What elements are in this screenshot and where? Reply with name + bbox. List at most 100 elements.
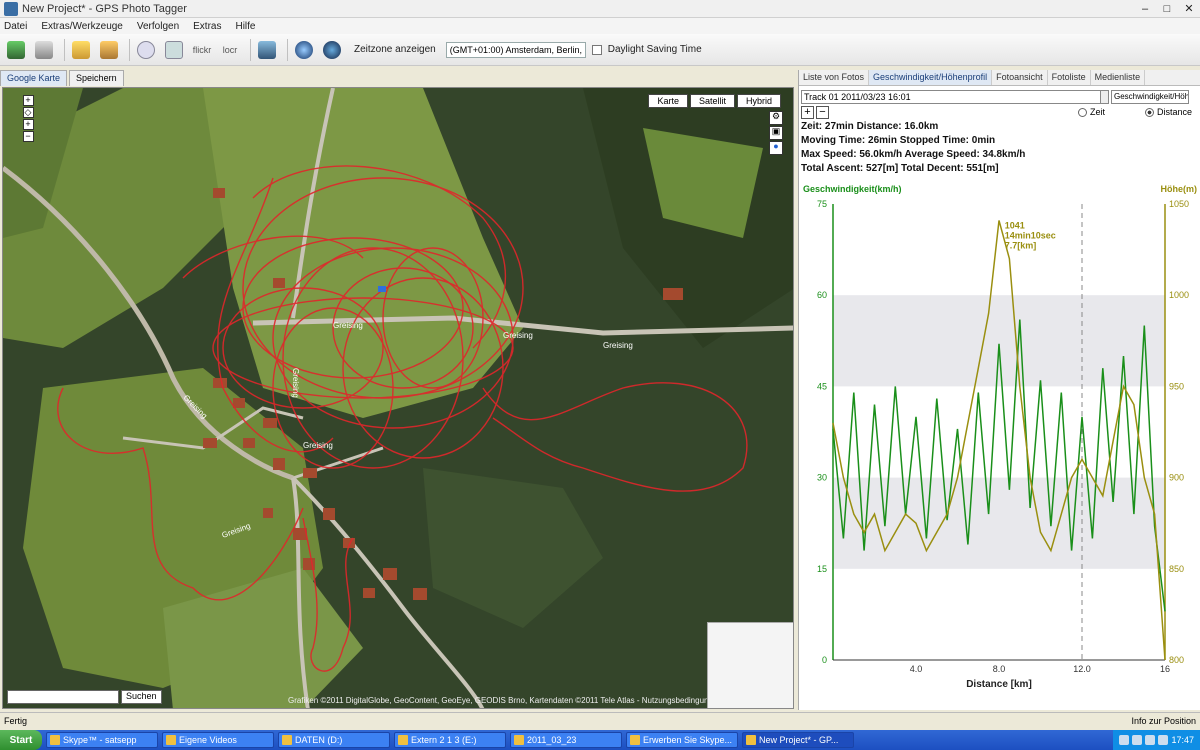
y-tick-label: 60: [817, 290, 827, 300]
start-button[interactable]: Start: [0, 730, 42, 750]
graph-select[interactable]: Geschwindigkeit/Höhe: [1111, 90, 1189, 104]
dst-label: Daylight Saving Time: [607, 44, 702, 55]
status-right: Info zur Position: [1131, 715, 1196, 726]
task-eigene-videos[interactable]: Eigene Videos: [162, 732, 274, 748]
map-type-karte[interactable]: Karte: [648, 94, 688, 108]
satellite-map[interactable]: Greising Greising Greising Greising Greising…: [2, 87, 794, 709]
right-tabs: Liste von Fotos Geschwindigkeit/Höhenpro…: [799, 70, 1200, 86]
x-axis-label: Distance [km]: [966, 679, 1032, 690]
pan-arrows-button[interactable]: ◇: [22, 107, 34, 118]
y2-tick-label: 900: [1169, 473, 1184, 483]
stats-line-1: Zeit: 27min Distance: 16.0km: [801, 121, 939, 132]
toolbar: flickr locr Zeitzone anzeigen (GMT+01:00…: [0, 34, 1200, 66]
timezone-select[interactable]: (GMT+01:00) Amsterdam, Berlin, Bern: [445, 41, 586, 58]
y2-tick-label: 800: [1169, 655, 1184, 665]
map-type-satellit[interactable]: Satellit: [689, 94, 735, 108]
save-icon[interactable]: [162, 38, 186, 62]
map-search-button[interactable]: Suchen: [121, 690, 162, 704]
locr-icon[interactable]: locr: [218, 38, 242, 62]
menu-item-extras[interactable]: Extras: [193, 21, 221, 32]
tray-icon[interactable]: [1145, 735, 1156, 745]
y2-tick-label: 850: [1169, 564, 1184, 574]
zoom-control: + ◇ + −: [13, 94, 43, 143]
x-tick-label: 12.0: [1073, 664, 1091, 674]
close-button[interactable]: ✕: [1178, 2, 1200, 15]
map-overview-box: [707, 622, 793, 708]
task-gps-photo-tagger[interactable]: New Project* - GP...: [742, 732, 854, 748]
y-axis-label: Geschwindigkeit(km/h): [803, 184, 902, 194]
task-browser[interactable]: Erwerben Sie Skype...: [626, 732, 738, 748]
task-daten[interactable]: DATEN (D:): [278, 732, 390, 748]
stats-line-2: Moving Time: 26min Stopped Time: 0min: [801, 135, 996, 146]
globe-icon[interactable]: [292, 38, 316, 62]
tray-icon[interactable]: [1132, 735, 1143, 745]
task-extern[interactable]: Extern 2 1 3 (E:): [394, 732, 506, 748]
y2-tick-label: 950: [1169, 381, 1184, 391]
stats-line-4: Total Ascent: 527[m] Total Decent: 551[m…: [801, 163, 999, 174]
road-label: Greising: [291, 368, 300, 398]
task-skype[interactable]: Skype™ - satsepp: [46, 732, 158, 748]
minimize-button[interactable]: –: [1134, 3, 1156, 15]
tray-clock: 17:47: [1171, 735, 1194, 745]
stats-line-3: Max Speed: 56.0km/h Average Speed: 34.8k…: [801, 149, 1026, 160]
right-panel: Liste von Fotos Geschwindigkeit/Höhenpro…: [798, 70, 1200, 710]
title-bar: New Project* - GPS Photo Tagger – □ ✕: [0, 0, 1200, 18]
task-folder-2011[interactable]: 2011_03_23: [510, 732, 622, 748]
tray-icon[interactable]: [1119, 735, 1130, 745]
menu-item-werkzeuge[interactable]: Extras/Werkzeuge: [41, 21, 123, 32]
earth-icon[interactable]: [320, 38, 344, 62]
dst-checkbox[interactable]: [591, 44, 602, 55]
zoom-plus-button[interactable]: +: [801, 105, 814, 119]
x-tick-label: 16: [1160, 664, 1170, 674]
x-tick-label: 4.0: [910, 664, 923, 674]
menu-item-hilfe[interactable]: Hilfe: [235, 21, 255, 32]
printer-icon[interactable]: [32, 38, 56, 62]
toolbar-separator: [287, 38, 288, 61]
menu-bar: Datei Extras/Werkzeuge Verfolgen Extras …: [0, 18, 1200, 34]
status-left: Fertig: [4, 715, 28, 726]
menu-item-verfolgen[interactable]: Verfolgen: [137, 21, 179, 32]
speed-altitude-chart[interactable]: 0 15 30 45 60 75 800 850 900 950 1000 1050 4.0 8.0 12.…: [799, 178, 1200, 698]
map-tool-icon[interactable]: ⚙: [769, 111, 783, 125]
grid-band: [833, 295, 1165, 387]
map-search: Suchen: [7, 690, 162, 704]
tab-google-karte[interactable]: Google Karte: [0, 70, 68, 86]
y2-tick-label: 1000: [1169, 290, 1189, 300]
tab-fotoliste[interactable]: Fotoliste: [1048, 70, 1091, 85]
radio-distance[interactable]: [1144, 107, 1154, 117]
pan-up-button[interactable]: +: [22, 95, 34, 106]
toolbar-separator: [129, 38, 130, 61]
flickr-icon[interactable]: flickr: [190, 38, 214, 62]
tab-liste-fotos[interactable]: Liste von Fotos: [799, 70, 870, 85]
y2-axis-label: Höhe(m): [1161, 184, 1198, 194]
toolbar-separator: [250, 38, 251, 61]
radio-zeit[interactable]: [1077, 107, 1087, 117]
tab-fotoansicht[interactable]: Fotoansicht: [992, 70, 1048, 85]
pin-icon[interactable]: ●: [769, 141, 783, 155]
photo-icon[interactable]: [255, 38, 279, 62]
control-row: + − Zeit Distance: [799, 104, 1200, 120]
map-search-input[interactable]: [7, 690, 119, 704]
tray-icon[interactable]: [1158, 735, 1169, 745]
tab-speichern[interactable]: Speichern: [69, 70, 124, 86]
chevron-down-icon[interactable]: [1101, 90, 1109, 104]
track-select[interactable]: Track 01 2011/03/23 16:01: [801, 90, 1101, 104]
peak-annotation: 14min10sec: [1005, 230, 1056, 240]
clock-icon[interactable]: [134, 38, 158, 62]
zoom-in-button[interactable]: +: [22, 119, 34, 130]
maximize-button[interactable]: □: [1156, 3, 1178, 15]
camera-icon[interactable]: ▣: [769, 126, 783, 140]
map-type-hybrid[interactable]: Hybrid: [736, 94, 781, 108]
tab-hoehenprofil[interactable]: Geschwindigkeit/Höhenprofil: [869, 70, 993, 85]
status-bar: Fertig Info zur Position: [0, 712, 1200, 728]
tab-medienliste[interactable]: Medienliste: [1091, 70, 1146, 85]
zoom-out-button[interactable]: −: [22, 131, 34, 142]
zoom-minus-button[interactable]: −: [816, 105, 829, 119]
road-label: Greising: [303, 441, 333, 450]
radio-zeit-label: Zeit: [1089, 107, 1105, 117]
menu-item-datei[interactable]: Datei: [4, 21, 27, 32]
pencil-icon[interactable]: [97, 38, 121, 62]
layers-icon[interactable]: [4, 38, 28, 62]
peak-annotation: 1041: [1005, 220, 1025, 230]
folder-icon[interactable]: [69, 38, 93, 62]
